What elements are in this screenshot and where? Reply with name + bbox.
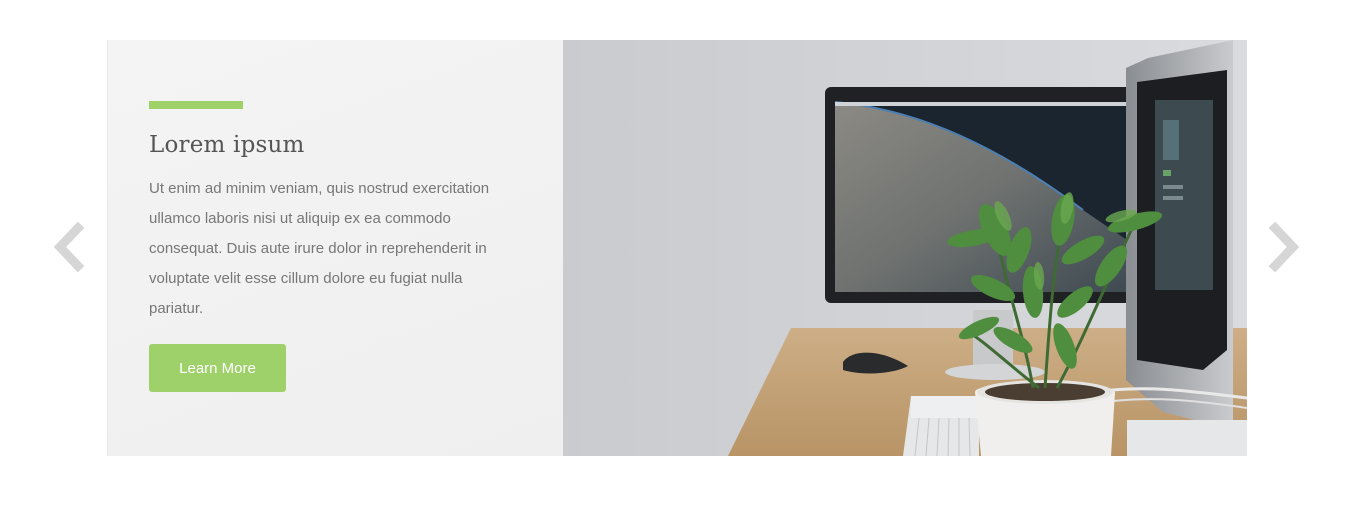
slider-next-button[interactable]: [1267, 221, 1303, 273]
desk-photo-illustration: [563, 40, 1247, 456]
chevron-right-icon: [1268, 221, 1300, 273]
learn-more-button[interactable]: Learn More: [149, 344, 286, 392]
chevron-left-icon: [53, 221, 85, 273]
slide-image: [563, 40, 1247, 456]
hero-slider: Lorem ipsum Ut enim ad minim veniam, qui…: [107, 40, 1247, 456]
slider-prev-button[interactable]: [50, 221, 86, 273]
slide-text-panel: Lorem ipsum Ut enim ad minim veniam, qui…: [107, 40, 563, 456]
slide-description: Ut enim ad minim veniam, quis nostrud ex…: [149, 180, 490, 317]
accent-bar: [149, 101, 243, 109]
slide-title: Lorem ipsum: [149, 132, 305, 158]
